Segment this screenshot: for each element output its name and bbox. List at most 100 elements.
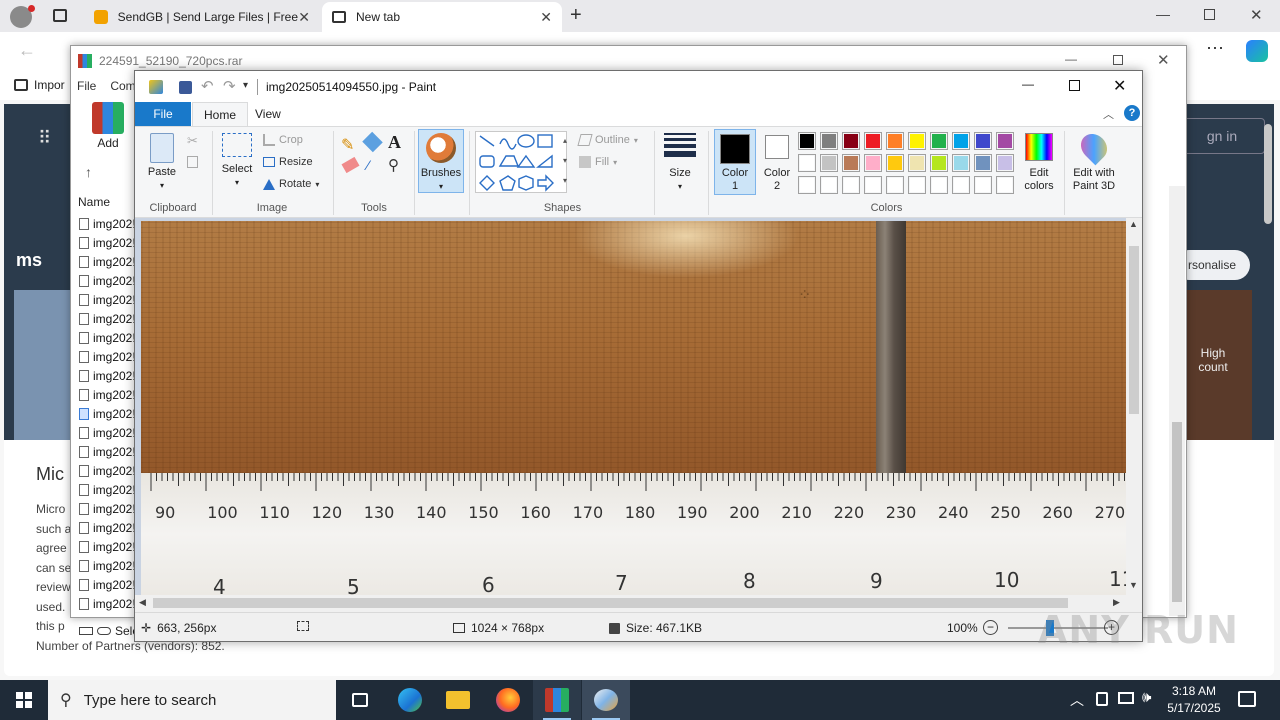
qat-save-icon[interactable] <box>179 81 192 94</box>
palette-color[interactable] <box>952 132 970 150</box>
eraser-icon[interactable] <box>341 156 360 174</box>
close-tab-icon[interactable]: ✕ <box>540 9 552 26</box>
select-button[interactable]: Select ▾ <box>219 133 255 189</box>
edit-with-paint3d-button[interactable]: Edit with Paint 3D <box>1069 128 1119 193</box>
ribbon-collapse-icon[interactable]: ︿ <box>1103 106 1114 122</box>
browser-close-icon[interactable]: ✕ <box>1250 6 1263 24</box>
winrar-maximize-icon[interactable] <box>1113 55 1123 65</box>
palette-custom-empty[interactable] <box>864 176 882 194</box>
file-row[interactable]: img202! <box>79 442 136 461</box>
palette-color[interactable] <box>842 154 860 172</box>
page-scrollbar[interactable] <box>1264 124 1272 224</box>
outline-button[interactable]: Outline ▾ <box>577 134 638 146</box>
file-row[interactable]: img202! <box>79 290 136 309</box>
palette-custom-empty[interactable] <box>886 176 904 194</box>
notifications-icon[interactable] <box>1238 691 1256 707</box>
shapes-gallery[interactable] <box>475 131 567 193</box>
sign-in-button[interactable]: gn in <box>1179 118 1265 154</box>
tab-actions-icon[interactable] <box>53 9 67 22</box>
cut-icon[interactable]: ✂ <box>187 133 198 149</box>
tab-sendgb[interactable]: SendGB | Send Large Files | Free fi ✕ <box>84 2 320 32</box>
browser-restore-icon[interactable] <box>1204 9 1215 20</box>
tab-home[interactable]: Home <box>192 102 248 127</box>
palette-custom-empty[interactable] <box>996 176 1014 194</box>
shapes-scroll[interactable]: ▴ ▾ ▾ <box>559 131 571 193</box>
tab-new-tab[interactable]: New tab ✕ <box>322 2 562 32</box>
color-picker-icon[interactable]: ⁄ <box>367 157 369 173</box>
palette-color[interactable] <box>974 132 992 150</box>
scroll-up-icon[interactable]: ▲ <box>1129 219 1138 229</box>
palette-color[interactable] <box>886 132 904 150</box>
palette-custom-empty[interactable] <box>820 176 838 194</box>
image-canvas[interactable]: ⁘ 90 100 110 120 130 140 150 160 170 180 190 200 210… <box>141 221 1126 595</box>
taskbar-paint[interactable] <box>582 680 630 720</box>
winrar-menu-commands[interactable]: Com <box>110 79 135 93</box>
palette-custom-empty[interactable] <box>952 176 970 194</box>
column-header-name[interactable]: Name <box>78 195 110 209</box>
palette-color[interactable] <box>930 154 948 172</box>
palette-custom-empty[interactable] <box>908 176 926 194</box>
scroll-right-icon[interactable]: ▶ <box>1113 597 1120 608</box>
zoom-out-icon[interactable]: − <box>983 620 998 635</box>
file-row[interactable]: img202! <box>79 480 136 499</box>
palette-custom-empty[interactable] <box>930 176 948 194</box>
winrar-right-scrollbar[interactable] <box>1169 186 1185 616</box>
paint-close-icon[interactable]: ✕ <box>1113 76 1126 96</box>
start-button[interactable] <box>0 680 48 720</box>
file-row[interactable]: img202! <box>79 252 136 271</box>
palette-color[interactable] <box>864 154 882 172</box>
file-row[interactable]: img202! <box>79 423 136 442</box>
scroll-left-icon[interactable]: ◀ <box>139 597 146 608</box>
brushes-button[interactable]: Brushes ▾ <box>418 129 464 193</box>
palette-color[interactable] <box>798 132 816 150</box>
network-icon[interactable] <box>1118 692 1134 704</box>
qat-customize-icon[interactable]: ▾ <box>243 80 248 91</box>
taskbar-search-box[interactable]: ⚲ Type here to search <box>48 680 336 720</box>
tab-file[interactable]: File <box>135 102 191 126</box>
usb-device-icon[interactable] <box>1096 692 1108 706</box>
color1-button[interactable]: Color 1 <box>714 129 756 195</box>
palette-color[interactable] <box>908 132 926 150</box>
file-row[interactable]: img202! <box>79 233 136 252</box>
size-button[interactable]: Size ▾ <box>662 133 698 193</box>
palette-color[interactable] <box>974 154 992 172</box>
favorites-import-item[interactable]: Impor <box>14 78 65 92</box>
file-row[interactable]: img202! <box>79 328 136 347</box>
text-tool-icon[interactable]: A <box>388 132 401 153</box>
help-icon[interactable]: ? <box>1124 105 1140 121</box>
palette-custom-empty[interactable] <box>798 176 816 194</box>
palette-color[interactable] <box>886 154 904 172</box>
scroll-thumb[interactable] <box>1129 246 1139 414</box>
magnifier-icon[interactable]: ⚲ <box>388 156 399 174</box>
scroll-thumb[interactable] <box>1172 422 1182 602</box>
palette-color[interactable] <box>820 154 838 172</box>
file-row-selected[interactable]: img202! <box>79 404 136 423</box>
paint-maximize-icon[interactable] <box>1069 80 1080 91</box>
close-tab-icon[interactable]: ✕ <box>298 9 310 26</box>
palette-color[interactable] <box>996 154 1014 172</box>
scroll-down-icon[interactable]: ▼ <box>1129 580 1138 590</box>
palette-custom-empty[interactable] <box>974 176 992 194</box>
winrar-menu-file[interactable]: File <box>77 79 96 93</box>
show-hidden-icons-icon[interactable]: ︿ <box>1070 690 1084 710</box>
file-row[interactable]: img202! <box>79 366 136 385</box>
more-options-icon[interactable]: ⋯ <box>1206 38 1224 59</box>
palette-color[interactable] <box>864 132 882 150</box>
paint-minimize-icon[interactable]: — <box>1022 77 1034 91</box>
palette-custom-empty[interactable] <box>842 176 860 194</box>
tab-view[interactable]: View <box>255 107 281 121</box>
fill-button[interactable]: Fill ▾ <box>579 156 617 168</box>
task-view-button[interactable] <box>336 680 384 720</box>
palette-color[interactable] <box>842 132 860 150</box>
news-card-left[interactable] <box>14 290 74 440</box>
copy-icon[interactable] <box>187 156 198 168</box>
back-arrow-icon[interactable]: ← <box>18 40 36 61</box>
file-row[interactable]: img202! <box>79 575 136 594</box>
qat-redo-icon[interactable]: ↷ <box>223 77 236 95</box>
winrar-add-button[interactable]: Add <box>91 102 125 150</box>
file-row[interactable]: img202! <box>79 518 136 537</box>
palette-color[interactable] <box>908 154 926 172</box>
file-row[interactable]: img202! <box>79 537 136 556</box>
file-row[interactable]: img202! <box>79 461 136 480</box>
color2-button[interactable]: Color 2 <box>759 133 795 193</box>
